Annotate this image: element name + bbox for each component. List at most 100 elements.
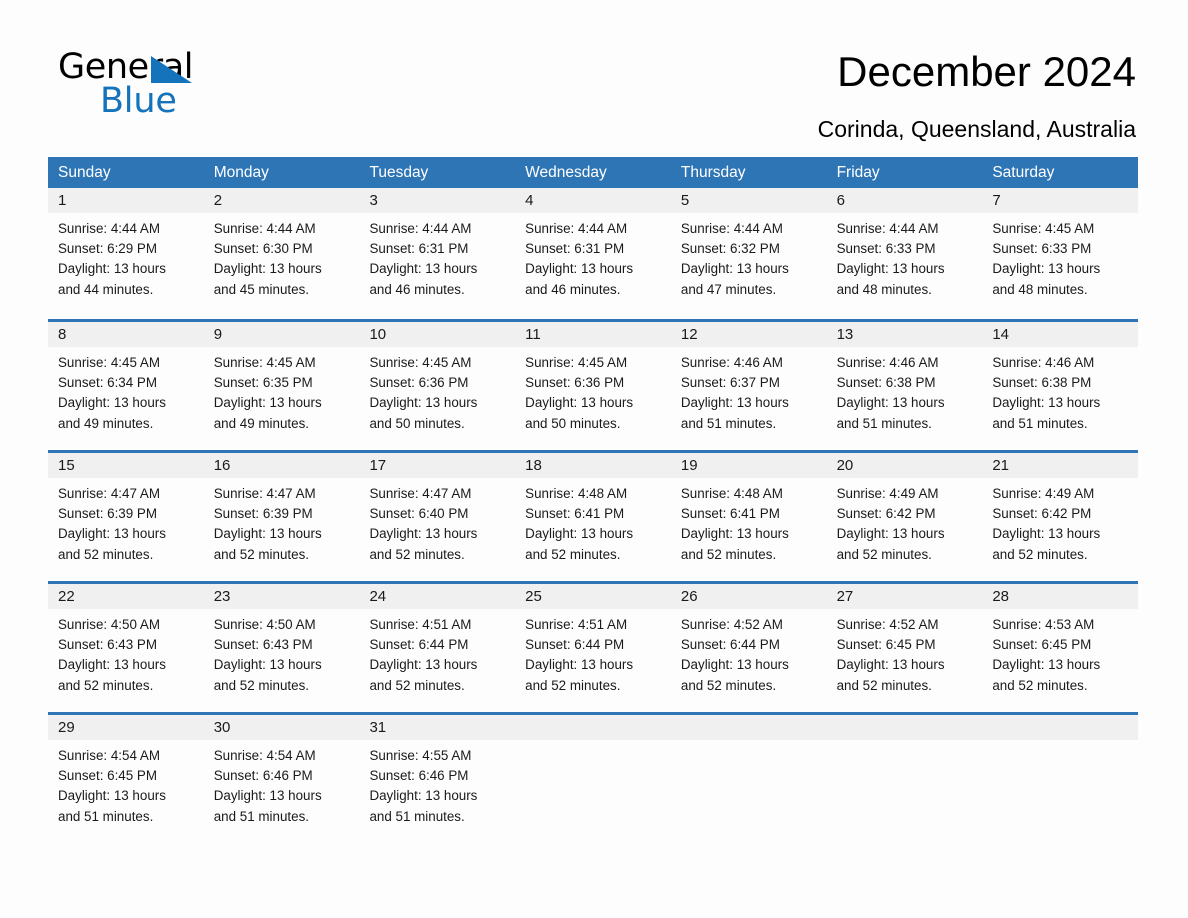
- sunset-text: Sunset: 6:30 PM: [213, 241, 313, 257]
- weekday-header-saturday: Saturday: [992, 164, 1055, 181]
- day-number: 6: [826, 188, 983, 213]
- daylight-text-line1: Daylight: 13 hours: [213, 261, 322, 277]
- day-info: Sunrise: 4:45 AM Sunset: 6:36 PM Dayligh…: [515, 347, 671, 434]
- daylight-text-line1: Daylight: 13 hours: [369, 526, 478, 542]
- day-cell[interactable]: 29 Sunrise: 4:54 AM Sunset: 6:45 PM Dayl…: [48, 715, 204, 843]
- day-cell[interactable]: 5 Sunrise: 4:44 AM Sunset: 6:32 PM Dayli…: [670, 188, 827, 319]
- sunset-text: Sunset: 6:44 PM: [680, 637, 780, 653]
- daylight-text-line1: Daylight: 13 hours: [213, 788, 322, 804]
- calendar-page: General Blue December 2024 Corinda, Quee…: [0, 0, 1188, 918]
- day-number: [826, 715, 983, 740]
- day-cell[interactable]: 30 Sunrise: 4:54 AM Sunset: 6:46 PM Dayl…: [203, 715, 360, 843]
- general-blue-logo[interactable]: General Blue: [58, 50, 318, 128]
- sunset-text: Sunset: 6:34 PM: [58, 375, 157, 391]
- page-subtitle-location: Corinda, Queensland, Australia: [817, 116, 1136, 142]
- sunrise-text: Sunrise: 4:44 AM: [369, 221, 472, 236]
- day-cell[interactable]: 20 Sunrise: 4:49 AM Sunset: 6:42 PM Dayl…: [826, 453, 983, 581]
- day-cell[interactable]: 21 Sunrise: 4:49 AM Sunset: 6:42 PM Dayl…: [982, 453, 1139, 581]
- daylight-text-line2: and 48 minutes.: [992, 281, 1088, 297]
- day-cell[interactable]: 31 Sunrise: 4:55 AM Sunset: 6:46 PM Dayl…: [359, 715, 516, 843]
- day-info: Sunrise: 4:46 AM Sunset: 6:38 PM Dayligh…: [827, 347, 983, 434]
- daylight-text-line2: and 52 minutes.: [680, 677, 777, 693]
- daylight-text-line1: Daylight: 13 hours: [525, 526, 634, 542]
- day-cell[interactable]: 22 Sunrise: 4:50 AM Sunset: 6:43 PM Dayl…: [48, 584, 204, 712]
- logo-text-blue: Blue: [100, 81, 177, 121]
- sunset-text: Sunset: 6:44 PM: [369, 637, 469, 653]
- sunrise-text: Sunrise: 4:46 AM: [836, 355, 939, 370]
- sunset-text: Sunset: 6:43 PM: [58, 637, 157, 653]
- day-number: 5: [670, 188, 827, 213]
- day-info: Sunrise: 4:50 AM Sunset: 6:43 PM Dayligh…: [204, 609, 360, 696]
- day-cell[interactable]: 10 Sunrise: 4:45 AM Sunset: 6:36 PM Dayl…: [359, 322, 516, 450]
- sunrise-text: Sunrise: 4:47 AM: [58, 486, 160, 501]
- day-cell[interactable]: 18 Sunrise: 4:48 AM Sunset: 6:41 PM Dayl…: [515, 453, 671, 581]
- day-cell[interactable]: 4 Sunrise: 4:44 AM Sunset: 6:31 PM Dayli…: [515, 188, 671, 319]
- day-info: Sunrise: 4:54 AM Sunset: 6:46 PM Dayligh…: [204, 740, 360, 827]
- sunrise-text: Sunrise: 4:48 AM: [525, 486, 628, 501]
- sunset-text: Sunset: 6:32 PM: [680, 241, 780, 257]
- day-cell[interactable]: 24 Sunrise: 4:51 AM Sunset: 6:44 PM Dayl…: [359, 584, 516, 712]
- day-cell[interactable]: 17 Sunrise: 4:47 AM Sunset: 6:40 PM Dayl…: [359, 453, 516, 581]
- day-info: Sunrise: 4:44 AM Sunset: 6:33 PM Dayligh…: [827, 213, 983, 300]
- daylight-text-line1: Daylight: 13 hours: [680, 657, 789, 673]
- daylight-text-line2: and 51 minutes.: [836, 415, 932, 431]
- day-info: Sunrise: 4:47 AM Sunset: 6:39 PM Dayligh…: [204, 478, 360, 565]
- day-info: Sunrise: 4:47 AM Sunset: 6:40 PM Dayligh…: [359, 478, 515, 565]
- day-cell[interactable]: 19 Sunrise: 4:48 AM Sunset: 6:41 PM Dayl…: [670, 453, 827, 581]
- day-cell[interactable]: 23 Sunrise: 4:50 AM Sunset: 6:43 PM Dayl…: [203, 584, 360, 712]
- sunrise-text: Sunrise: 4:45 AM: [525, 355, 628, 370]
- day-cell[interactable]: 25 Sunrise: 4:51 AM Sunset: 6:44 PM Dayl…: [515, 584, 671, 712]
- day-number: 26: [670, 584, 827, 609]
- daylight-text-line1: Daylight: 13 hours: [58, 788, 166, 804]
- sunset-text: Sunset: 6:29 PM: [58, 241, 157, 257]
- day-number: 16: [203, 453, 360, 478]
- daylight-text-line2: and 52 minutes.: [992, 677, 1088, 693]
- day-cell-empty: [515, 715, 671, 843]
- daylight-text-line2: and 51 minutes.: [369, 808, 465, 824]
- daylight-text-line2: and 52 minutes.: [369, 546, 465, 562]
- daylight-text-line2: and 49 minutes.: [213, 415, 310, 431]
- day-info: Sunrise: 4:47 AM Sunset: 6:39 PM Dayligh…: [48, 478, 204, 565]
- daylight-text-line2: and 52 minutes.: [369, 677, 465, 693]
- day-cell-empty: [982, 715, 1139, 843]
- sunset-text: Sunset: 6:41 PM: [680, 506, 780, 522]
- day-cell-empty: [826, 715, 983, 843]
- sunset-text: Sunset: 6:46 PM: [369, 768, 469, 784]
- day-cell[interactable]: 16 Sunrise: 4:47 AM Sunset: 6:39 PM Dayl…: [203, 453, 360, 581]
- day-cell[interactable]: 2 Sunrise: 4:44 AM Sunset: 6:30 PM Dayli…: [203, 188, 360, 319]
- day-info: Sunrise: 4:44 AM Sunset: 6:31 PM Dayligh…: [515, 213, 671, 300]
- day-cell[interactable]: 26 Sunrise: 4:52 AM Sunset: 6:44 PM Dayl…: [670, 584, 827, 712]
- day-cell[interactable]: 7 Sunrise: 4:45 AM Sunset: 6:33 PM Dayli…: [982, 188, 1139, 319]
- sunrise-text: Sunrise: 4:51 AM: [525, 617, 628, 632]
- day-cell[interactable]: 6 Sunrise: 4:44 AM Sunset: 6:33 PM Dayli…: [826, 188, 983, 319]
- day-cell[interactable]: 27 Sunrise: 4:52 AM Sunset: 6:45 PM Dayl…: [826, 584, 983, 712]
- day-cell[interactable]: 1 Sunrise: 4:44 AM Sunset: 6:29 PM Dayli…: [48, 188, 204, 319]
- day-info: Sunrise: 4:44 AM Sunset: 6:31 PM Dayligh…: [359, 213, 515, 300]
- week-row: 29 Sunrise: 4:54 AM Sunset: 6:45 PM Dayl…: [48, 712, 1139, 843]
- sunset-text: Sunset: 6:31 PM: [525, 241, 625, 257]
- day-cell[interactable]: 15 Sunrise: 4:47 AM Sunset: 6:39 PM Dayl…: [48, 453, 204, 581]
- sunrise-text: Sunrise: 4:54 AM: [213, 748, 316, 763]
- weekday-header-thursday: Thursday: [680, 164, 746, 181]
- day-cell[interactable]: 9 Sunrise: 4:45 AM Sunset: 6:35 PM Dayli…: [203, 322, 360, 450]
- day-cell[interactable]: 28 Sunrise: 4:53 AM Sunset: 6:45 PM Dayl…: [982, 584, 1139, 712]
- day-number: 31: [359, 715, 516, 740]
- sunset-text: Sunset: 6:31 PM: [369, 241, 469, 257]
- day-cell[interactable]: 11 Sunrise: 4:45 AM Sunset: 6:36 PM Dayl…: [515, 322, 671, 450]
- day-number: 11: [515, 322, 671, 347]
- daylight-text-line2: and 52 minutes.: [525, 677, 621, 693]
- day-cell[interactable]: 12 Sunrise: 4:46 AM Sunset: 6:37 PM Dayl…: [670, 322, 827, 450]
- day-cell[interactable]: 14 Sunrise: 4:46 AM Sunset: 6:38 PM Dayl…: [982, 322, 1139, 450]
- day-info: Sunrise: 4:45 AM Sunset: 6:35 PM Dayligh…: [204, 347, 360, 434]
- daylight-text-line2: and 51 minutes.: [992, 415, 1088, 431]
- daylight-text-line1: Daylight: 13 hours: [836, 526, 945, 542]
- daylight-text-line1: Daylight: 13 hours: [992, 526, 1101, 542]
- day-info: Sunrise: 4:55 AM Sunset: 6:46 PM Dayligh…: [359, 740, 515, 827]
- day-cell[interactable]: 3 Sunrise: 4:44 AM Sunset: 6:31 PM Dayli…: [359, 188, 516, 319]
- day-cell[interactable]: 8 Sunrise: 4:45 AM Sunset: 6:34 PM Dayli…: [48, 322, 204, 450]
- sunset-text: Sunset: 6:38 PM: [992, 375, 1092, 391]
- sunrise-text: Sunrise: 4:44 AM: [525, 221, 628, 236]
- sunset-text: Sunset: 6:35 PM: [213, 375, 313, 391]
- sunrise-text: Sunrise: 4:54 AM: [58, 748, 160, 763]
- day-cell[interactable]: 13 Sunrise: 4:46 AM Sunset: 6:38 PM Dayl…: [826, 322, 983, 450]
